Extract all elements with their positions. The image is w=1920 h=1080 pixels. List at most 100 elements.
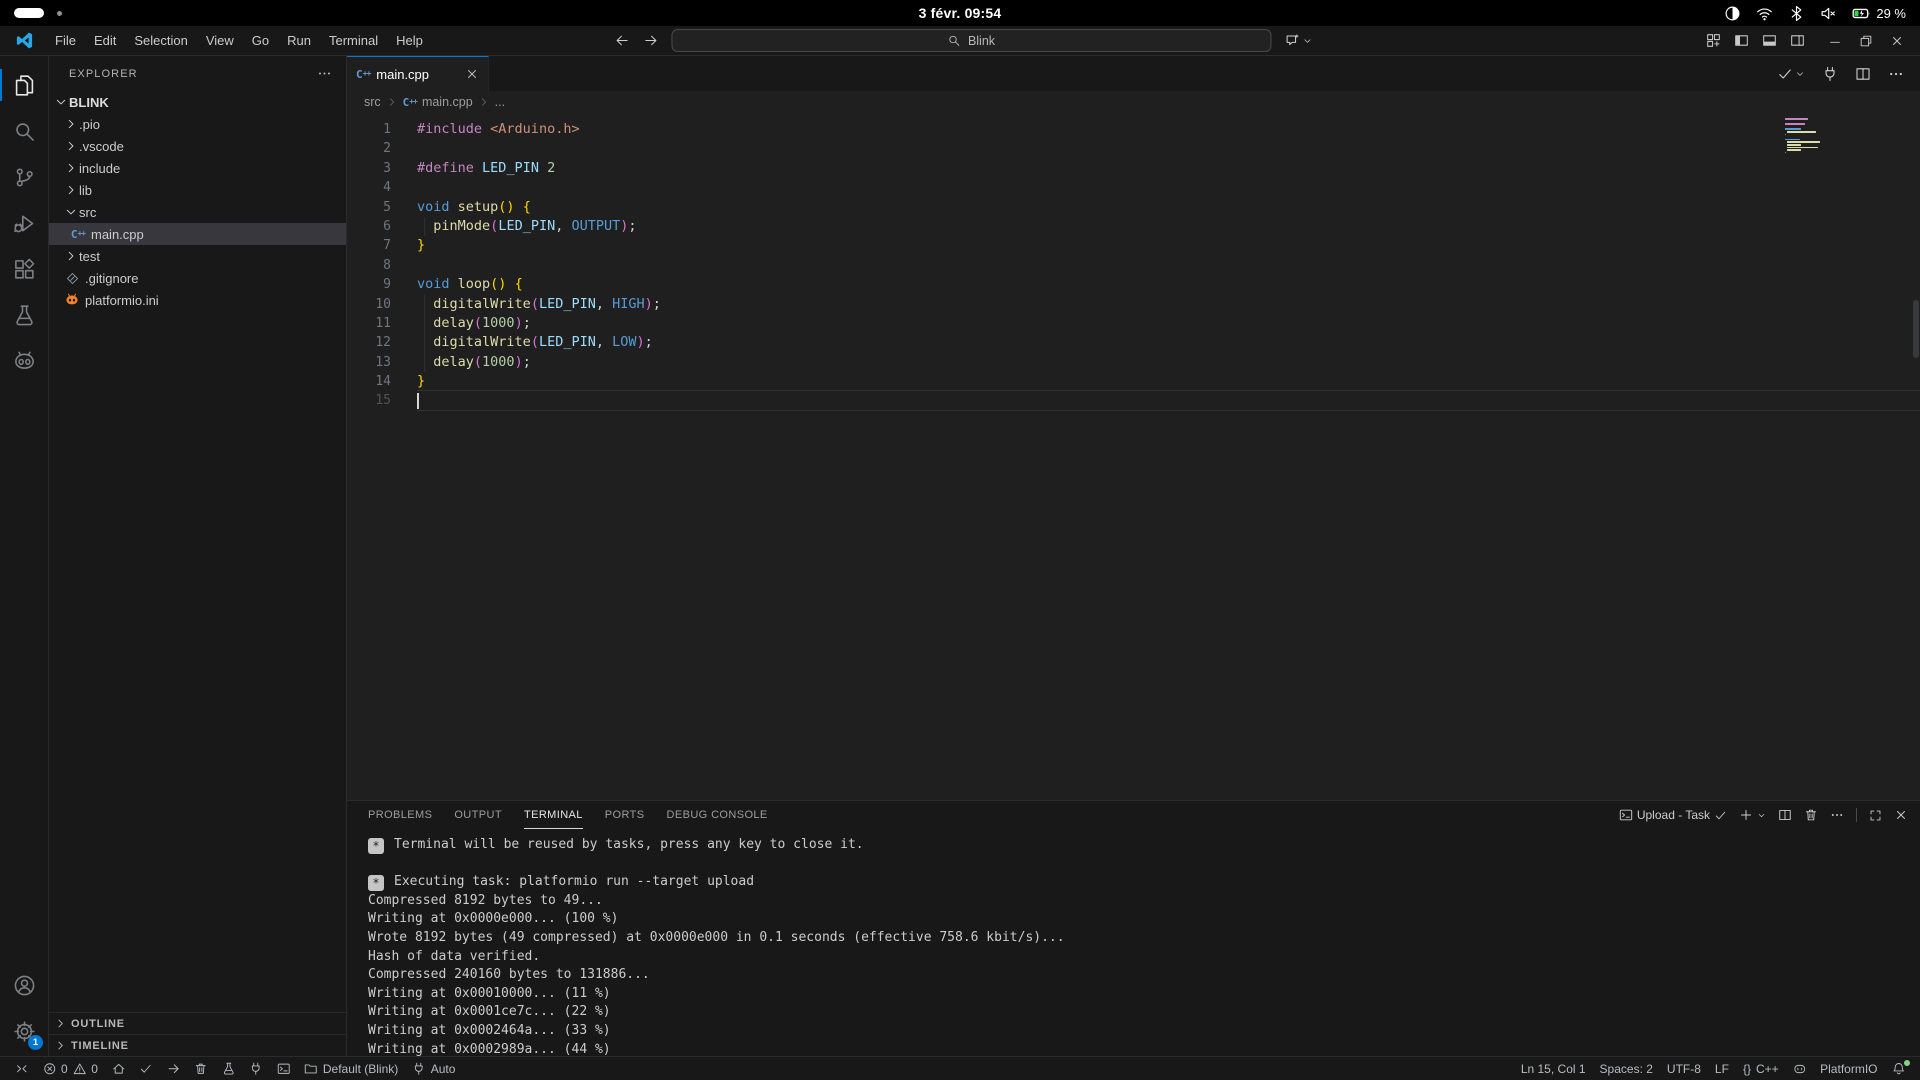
breadcrumb-main-cpp[interactable]: C++ main.cpp [403, 95, 473, 109]
activity-extensions[interactable] [0, 246, 48, 292]
command-center-search[interactable]: Blink [671, 29, 1271, 52]
breadcrumb-src[interactable]: src [364, 95, 381, 109]
encoding[interactable]: UTF-8 [1660, 1057, 1708, 1080]
menu-selection[interactable]: Selection [125, 26, 196, 55]
mute-icon[interactable] [1820, 5, 1837, 22]
tree-item-main-cpp[interactable]: C++main.cpp [49, 223, 346, 245]
pio-build-button[interactable] [132, 1057, 160, 1080]
panel-tab-terminal[interactable]: TERMINAL [524, 801, 583, 829]
breadcrumb-symbol[interactable]: ... [495, 95, 505, 109]
ellipsis-icon[interactable] [317, 66, 332, 81]
menu-edit[interactable]: Edit [85, 26, 125, 55]
close-icon[interactable] [1890, 34, 1904, 48]
scrollbar-thumb[interactable] [1913, 300, 1919, 358]
code-line-15[interactable]: 15 [347, 391, 1920, 410]
new-terminal-button[interactable] [1739, 808, 1766, 822]
panel-right-icon[interactable] [1790, 33, 1805, 48]
menu-help[interactable]: Help [387, 26, 432, 55]
more-actions-button[interactable] [1888, 66, 1904, 82]
tree-item-blink[interactable]: BLINK [49, 91, 346, 113]
activity-platformio[interactable] [0, 338, 48, 384]
code-line-7[interactable]: 7} [347, 236, 1920, 255]
platformio-build-button[interactable] [1777, 66, 1805, 82]
menu-run[interactable]: Run [278, 26, 320, 55]
activity-run-and-debug[interactable] [0, 200, 48, 246]
platformio-status[interactable]: PlatformIO [1813, 1057, 1884, 1080]
code-line-8[interactable]: 8 [347, 256, 1920, 275]
maximize-panel-button[interactable] [1869, 809, 1882, 822]
pio-serial-port[interactable]: Auto [405, 1057, 462, 1080]
activity-settings[interactable]: 1 [0, 1008, 48, 1054]
menu-go[interactable]: Go [243, 26, 278, 55]
tree-item-test[interactable]: test [49, 245, 346, 267]
battery-charging-icon[interactable]: 29 % [1852, 4, 1906, 23]
tree-item-lib[interactable]: lib [49, 179, 346, 201]
kill-terminal-button[interactable] [1804, 808, 1818, 822]
code-line-3[interactable]: 3#define LED_PIN 2 [347, 159, 1920, 178]
serial-monitor-button[interactable] [1822, 66, 1838, 82]
panel-more-actions-button[interactable] [1830, 808, 1844, 822]
go-forward-button[interactable] [643, 33, 658, 48]
customize-layout-icon[interactable] [1706, 33, 1721, 48]
close-panel-button[interactable] [1894, 808, 1908, 822]
close-tab-icon[interactable] [465, 67, 479, 81]
panel-tab-ports[interactable]: PORTS [605, 801, 645, 829]
pio-test-button[interactable] [215, 1057, 243, 1080]
go-back-button[interactable] [614, 33, 629, 48]
code-line-13[interactable]: 13 delay(1000); [347, 353, 1920, 372]
code-line-12[interactable]: 12 digitalWrite(LED_PIN, LOW); [347, 333, 1920, 352]
wifi-icon[interactable] [1756, 5, 1773, 22]
more-actions-icon[interactable] [317, 66, 332, 81]
code-line-6[interactable]: 6 pinMode(LED_PIN, OUTPUT); [347, 217, 1920, 236]
panel-tab-output[interactable]: OUTPUT [454, 801, 502, 829]
restore-icon[interactable] [1859, 34, 1873, 48]
activity-testing[interactable] [0, 292, 48, 338]
menu-view[interactable]: View [197, 26, 243, 55]
bluetooth-icon[interactable] [1788, 5, 1805, 22]
remote-indicator[interactable] [8, 1057, 36, 1080]
menu-terminal[interactable]: Terminal [320, 26, 387, 55]
code-line-14[interactable]: 14} [347, 372, 1920, 391]
activity-explorer[interactable] [0, 62, 48, 108]
close-icon[interactable] [465, 67, 479, 81]
eol-sequence[interactable]: LF [1708, 1057, 1736, 1080]
notifications-bell[interactable] [1885, 1057, 1913, 1080]
terminal-output[interactable]: *Terminal will be reused by tasks, press… [347, 829, 1920, 1056]
code-line-5[interactable]: 5void setup() { [347, 198, 1920, 217]
code-editor[interactable]: 1#include <Arduino.h>23#define LED_PIN 2… [347, 113, 1920, 800]
code-line-9[interactable]: 9void loop() { [347, 275, 1920, 294]
tree-item--vscode[interactable]: .vscode [49, 135, 346, 157]
minimize-icon[interactable] [1828, 34, 1842, 48]
code-line-1[interactable]: 1#include <Arduino.h> [347, 120, 1920, 139]
minimap[interactable] [1785, 118, 1825, 157]
copilot-chat-button[interactable] [1284, 33, 1312, 48]
panel-tab-debug-console[interactable]: DEBUG CONSOLE [667, 801, 768, 829]
code-line-2[interactable]: 2 [347, 139, 1920, 158]
copilot-status[interactable] [1786, 1057, 1814, 1080]
tree-item--pio[interactable]: .pio [49, 113, 346, 135]
activity-source-control[interactable] [0, 154, 48, 200]
code-line-4[interactable]: 4 [347, 178, 1920, 197]
pio-upload-button[interactable] [160, 1057, 188, 1080]
tree-item-src[interactable]: src [49, 201, 346, 223]
pane-timeline[interactable]: TIMELINE [49, 1034, 346, 1056]
activity-accounts[interactable] [0, 962, 48, 1008]
tree-item-include[interactable]: include [49, 157, 346, 179]
language-mode[interactable]: {}C++ [1736, 1057, 1786, 1080]
indentation[interactable]: Spaces: 2 [1593, 1057, 1660, 1080]
pane-outline[interactable]: OUTLINE [49, 1012, 346, 1034]
code-line-11[interactable]: 11 delay(1000); [347, 314, 1920, 333]
tree-item-platformio-ini[interactable]: platformio.ini [49, 289, 346, 311]
display-contrast-icon[interactable] [1724, 5, 1741, 22]
activity-search[interactable] [0, 108, 48, 154]
panel-left-icon[interactable] [1734, 33, 1749, 48]
problems-counts[interactable]: 00 [36, 1057, 105, 1080]
panel-bottom-icon[interactable] [1762, 33, 1777, 48]
pio-clean-button[interactable] [187, 1057, 215, 1080]
terminal-task-label[interactable]: Upload - Task [1619, 808, 1727, 822]
pio-terminal-button[interactable] [270, 1057, 298, 1080]
code-line-10[interactable]: 10 digitalWrite(LED_PIN, HIGH); [347, 295, 1920, 314]
split-editor-button[interactable] [1855, 66, 1871, 82]
pio-serial-monitor-button[interactable] [242, 1057, 270, 1080]
pio-env-switcher[interactable]: Default (Blink) [297, 1057, 405, 1080]
